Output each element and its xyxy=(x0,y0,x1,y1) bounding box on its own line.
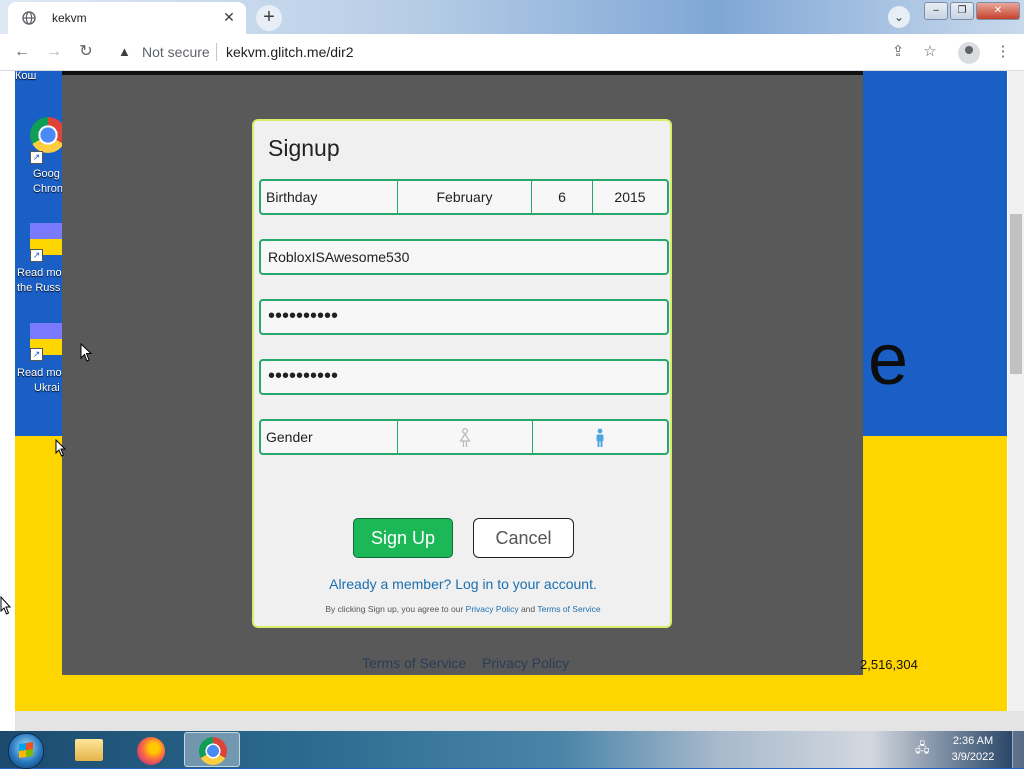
windows-logo-icon xyxy=(19,742,33,758)
chrome-icon xyxy=(199,737,227,765)
gender-row: Gender xyxy=(259,419,669,455)
scrollbar-thumb[interactable] xyxy=(1010,214,1022,374)
shortcut-arrow-icon: ↗ xyxy=(30,249,43,262)
network-icon[interactable]: 🖧 xyxy=(915,739,931,755)
browser-toolbar: ← → ↻ ▲ Not secure kekvm.glitch.me/dir2 … xyxy=(0,34,1024,71)
sign-up-button[interactable]: Sign Up xyxy=(353,518,453,558)
mouse-cursor-icon xyxy=(80,343,93,362)
share-icon[interactable]: ⇪ xyxy=(887,42,909,62)
globe-icon xyxy=(22,11,36,25)
mouse-cursor-icon xyxy=(55,439,67,457)
signup-title: Signup xyxy=(268,135,340,161)
reload-icon[interactable]: ↻ xyxy=(76,42,96,62)
visit-counter: 2,516,304 xyxy=(860,657,918,672)
birthday-year-select[interactable]: 2015 xyxy=(592,181,667,213)
terms-notice: By clicking Sign up, you agree to our Pr… xyxy=(325,604,601,614)
close-window-icon[interactable]: ✕ xyxy=(976,2,1020,20)
birthday-month-select[interactable]: February xyxy=(397,181,531,213)
desktop-bottom-strip xyxy=(15,711,1024,731)
login-link[interactable]: Already a member? Log in to your account… xyxy=(254,576,672,592)
clock-time: 2:36 AM xyxy=(952,735,994,747)
system-clock[interactable]: 2:36 AM 3/9/2022 xyxy=(942,733,1004,765)
bookmark-star-icon[interactable]: ☆ xyxy=(919,42,941,62)
clock-date: 3/9/2022 xyxy=(951,751,995,763)
address-bar[interactable]: ▲ Not secure kekvm.glitch.me/dir2 xyxy=(108,38,878,66)
not-secure-label[interactable]: Not secure xyxy=(142,44,210,60)
show-desktop-button[interactable] xyxy=(1012,731,1024,768)
footer-terms-link[interactable]: Terms of Service xyxy=(362,655,466,671)
minimize-icon[interactable]: – xyxy=(924,2,948,20)
gender-female-option[interactable] xyxy=(397,421,532,453)
shortcut-arrow-icon: ↗ xyxy=(30,151,43,164)
forward-arrow-icon[interactable]: → xyxy=(44,42,64,62)
chrome-icon[interactable] xyxy=(30,117,66,153)
taskbar-firefox[interactable] xyxy=(122,732,178,767)
desktop-icon-label-russia[interactable]: Read mo the Russ xyxy=(17,266,62,296)
password-input[interactable]: •••••••••• xyxy=(259,299,669,335)
cancel-button[interactable]: Cancel xyxy=(473,518,574,558)
close-tab-icon[interactable]: ✕ xyxy=(220,8,238,26)
terms-of-service-link[interactable]: Terms of Service xyxy=(537,604,600,614)
new-tab-icon[interactable]: + xyxy=(256,5,282,31)
remote-desktop-viewport[interactable]: e Кош ↗ Goog Chron ↗ Read mo the Russ ↗ Re… xyxy=(0,71,1024,731)
windows-taskbar: 🖧 2:36 AM 3/9/2022 xyxy=(0,731,1024,769)
birthday-label: Birthday xyxy=(266,189,318,205)
maximize-icon[interactable]: ❐ xyxy=(950,2,974,20)
chevron-down-icon[interactable]: ⌄ xyxy=(888,6,910,28)
shortcut-arrow-icon: ↗ xyxy=(30,348,43,361)
folder-icon xyxy=(75,739,103,761)
footer-privacy-link[interactable]: Privacy Policy xyxy=(482,655,569,671)
omnibox-divider xyxy=(216,43,217,61)
start-button[interactable] xyxy=(8,733,44,769)
profile-avatar-icon[interactable] xyxy=(958,42,980,64)
browser-tab-strip: kekvm ✕ + ⌄ – ❐ ✕ xyxy=(0,0,1024,34)
taskbar-explorer[interactable] xyxy=(60,732,116,767)
birthday-row: Birthday February 6 2015 xyxy=(259,179,669,215)
local-mouse-cursor-icon xyxy=(0,596,12,615)
page-scrollbar[interactable] xyxy=(1008,71,1024,711)
birthday-day-select[interactable]: 6 xyxy=(531,181,592,213)
browser-tab[interactable]: kekvm ✕ xyxy=(8,2,246,34)
back-arrow-icon[interactable]: ← xyxy=(12,42,32,62)
desktop-icon-label-1[interactable]: Кош xyxy=(15,71,36,84)
kebab-menu-icon[interactable]: ⋮ xyxy=(992,42,1014,62)
warning-icon[interactable]: ▲ xyxy=(118,44,131,59)
female-icon xyxy=(459,428,471,448)
male-icon xyxy=(596,428,604,448)
username-input[interactable]: RobloxISAwesome530 xyxy=(259,239,669,275)
firefox-icon xyxy=(137,737,165,765)
url-text[interactable]: kekvm.glitch.me/dir2 xyxy=(226,44,354,60)
tab-title: kekvm xyxy=(52,11,87,25)
desktop-icon-label-ukraine[interactable]: Read mo Ukrai xyxy=(17,366,62,396)
gender-male-option[interactable] xyxy=(532,421,667,453)
taskbar-chrome[interactable] xyxy=(184,732,240,767)
privacy-policy-link[interactable]: Privacy Policy xyxy=(466,604,519,614)
window-controls: – ❐ ✕ xyxy=(922,2,1022,20)
gender-label: Gender xyxy=(266,429,313,445)
confirm-password-input[interactable]: •••••••••• xyxy=(259,359,669,395)
background-letter: e xyxy=(868,320,909,400)
signup-modal: Signup Birthday February 6 2015 RobloxIS… xyxy=(252,119,672,628)
desktop-icon-label-chrome[interactable]: Goog Chron xyxy=(33,167,63,197)
